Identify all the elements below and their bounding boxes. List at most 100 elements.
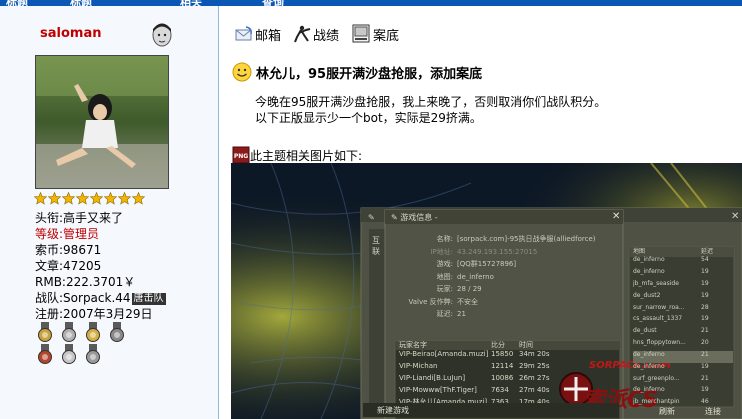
- profile-row-registered: 注册:2007年3月29日: [35, 306, 166, 322]
- server-cell: 19: [701, 386, 709, 394]
- server-cell: 19: [701, 291, 709, 299]
- new-game-button[interactable]: 新建游戏: [377, 405, 409, 416]
- game-info-value: 43.249.193.155:27015: [457, 247, 538, 256]
- server-row[interactable]: de_dust2 19: [633, 292, 733, 304]
- profile-row-title: 头衔:高手又来了: [35, 210, 166, 226]
- soldier-icon: [294, 25, 311, 43]
- post-body-line: 以下正版显示少一个bot，实际是29挤满。: [255, 111, 482, 125]
- post-body: 今晚在95服开满沙盘抢服，我上来晚了，否则取消你们战队积分。 以下正版显示少一个…: [255, 94, 606, 126]
- player-row[interactable]: VIP-Mowww[ThF.Tiger] 7634 27m 40s: [399, 386, 619, 398]
- player-cell: 10086: [491, 374, 514, 382]
- server-cell: de_inferno: [633, 350, 665, 358]
- game-info-row: 游戏: [QQ群15727896]: [395, 258, 620, 271]
- medal-icon: [86, 344, 100, 364]
- game-info-label: IP地址:: [430, 247, 453, 256]
- case-file-icon: [352, 24, 370, 43]
- field-value: 高手又来了: [63, 211, 124, 225]
- server-cell: cs_assault_1337: [633, 315, 683, 323]
- server-row[interactable]: de_dust 21: [633, 327, 733, 339]
- player-cell: 15850: [491, 350, 514, 358]
- server-row[interactable]: de_inferno 19: [633, 363, 733, 375]
- attached-game-screenshot[interactable]: ✕ 索派CS SORPACK.COM ✎ 互联 ✎ 游戏信息 - ✕ 名称: [s…: [231, 163, 742, 419]
- field-label: 文章:: [35, 259, 64, 273]
- profile-row-coins: 索币:98671: [35, 242, 166, 258]
- server-row[interactable]: de_inferno 19: [633, 268, 733, 280]
- field-value: 47205: [63, 259, 102, 273]
- attachment-label: 此主题相关图片如下:: [250, 148, 363, 163]
- server-cell: de_inferno: [633, 256, 665, 264]
- mail-button[interactable]: 邮箱: [235, 25, 281, 44]
- server-cell: 21: [701, 350, 709, 358]
- column-header[interactable]: 延迟: [701, 248, 727, 256]
- game-info-title: ✎ 游戏信息 -: [391, 212, 438, 223]
- medal-icon: [86, 322, 100, 342]
- player-cell: 29m 25s: [519, 362, 550, 370]
- pin-icon: ✎: [368, 213, 375, 222]
- server-row[interactable]: jb_mfa_seaside 19: [633, 280, 733, 292]
- game-info-fields: 名称: [sorpack.com]-95执日战争服(alliedforce) IP地…: [395, 233, 620, 321]
- case-button[interactable]: 案底: [351, 24, 399, 44]
- server-row[interactable]: cs_assault_1337 19: [633, 315, 733, 327]
- server-row[interactable]: sur_narrow_roa... 28: [633, 304, 733, 316]
- game-info-value: 21: [457, 310, 466, 318]
- star-icon: [34, 192, 47, 205]
- player-row[interactable]: VIP-Michan 12114 29m 25s: [399, 362, 619, 374]
- column-header[interactable]: 玩家名字: [399, 341, 491, 350]
- player-cell: VIP-Beirao[Amanda.muzi]: [399, 350, 489, 358]
- server-row[interactable]: de_inferno 21: [633, 350, 733, 363]
- star-icon: [48, 192, 61, 205]
- field-label: RMB:: [35, 275, 66, 289]
- game-info-value: 28 / 29: [457, 285, 482, 293]
- server-cell: de_inferno: [633, 362, 665, 370]
- player-row[interactable]: VIP-Beirao[Amanda.muzi] 15850 34m 20s: [399, 350, 619, 362]
- post-body-line: 今晚在95服开满沙盘抢服，我上来晚了，否则取消你们战队积分。: [255, 95, 607, 109]
- player-row[interactable]: VIP-Liandi[B.LuJun] 10086 26m 27s: [399, 374, 619, 386]
- close-icon[interactable]: ✕: [612, 211, 620, 222]
- avatar-icon[interactable]: [148, 20, 176, 48]
- column-header[interactable]: 地图: [633, 248, 701, 256]
- column-header[interactable]: 时间: [519, 341, 579, 350]
- post-title-text: 林允儿，95服开满沙盘抢服，添加案底: [256, 66, 483, 82]
- server-cell: 20: [701, 339, 709, 347]
- svg-text:✕: ✕: [731, 211, 739, 222]
- server-cell: 54: [701, 256, 709, 264]
- server-row[interactable]: surf_greenplo... 21: [633, 375, 733, 387]
- server-table-header: 地图 延迟: [633, 248, 733, 256]
- svg-text:PNG: PNG: [234, 153, 248, 160]
- team-link[interactable]: Sorpack.44: [63, 291, 131, 305]
- connect-button[interactable]: 连接: [705, 406, 721, 417]
- column-header[interactable]: 比分: [491, 341, 519, 350]
- field-value: 98671: [63, 243, 102, 257]
- player-cell: 26m 27s: [519, 374, 550, 382]
- server-cell: 19: [701, 315, 709, 323]
- star-icon: [90, 192, 103, 205]
- profile-info: 头衔:高手又来了 等级:管理员 索币:98671 文章:47205 RMB:22…: [35, 210, 166, 322]
- server-row[interactable]: de_inferno 54: [633, 256, 733, 268]
- game-info-row: IP地址: 43.249.193.155:27015: [395, 246, 620, 259]
- star-icon: [132, 192, 145, 205]
- rank-stars: [34, 192, 145, 206]
- profile-row-posts: 文章:47205: [35, 258, 166, 274]
- player-cell: 12114: [491, 362, 514, 370]
- server-cell: de_dust2: [633, 291, 661, 299]
- game-info-label: 游戏:: [436, 260, 453, 268]
- profile-row-rmb: RMB:222.3701￥: [35, 274, 166, 290]
- server-row[interactable]: de_inferno 19: [633, 386, 733, 398]
- star-icon: [76, 192, 89, 205]
- server-cell: de_dust: [633, 327, 657, 335]
- player-cell: 34m 20s: [519, 350, 550, 358]
- refresh-button[interactable]: 刷新: [659, 406, 675, 417]
- game-info-label: 延迟:: [436, 310, 453, 318]
- field-label: 等级:: [35, 227, 64, 241]
- server-cell: 19: [701, 280, 709, 288]
- left-tab[interactable]: 互联: [372, 235, 380, 257]
- username[interactable]: saloman: [40, 26, 101, 41]
- player-cell: VIP-Michan: [399, 362, 438, 370]
- medal-icon: [38, 344, 52, 364]
- server-row[interactable]: hns_floppytown... 20: [633, 339, 733, 351]
- field-value: 管理员: [63, 227, 100, 241]
- record-button[interactable]: 战绩: [293, 25, 339, 44]
- star-icon: [118, 192, 131, 205]
- png-file-icon: PNG: [232, 146, 250, 164]
- server-cell: jb_mfa_seaside: [633, 280, 679, 288]
